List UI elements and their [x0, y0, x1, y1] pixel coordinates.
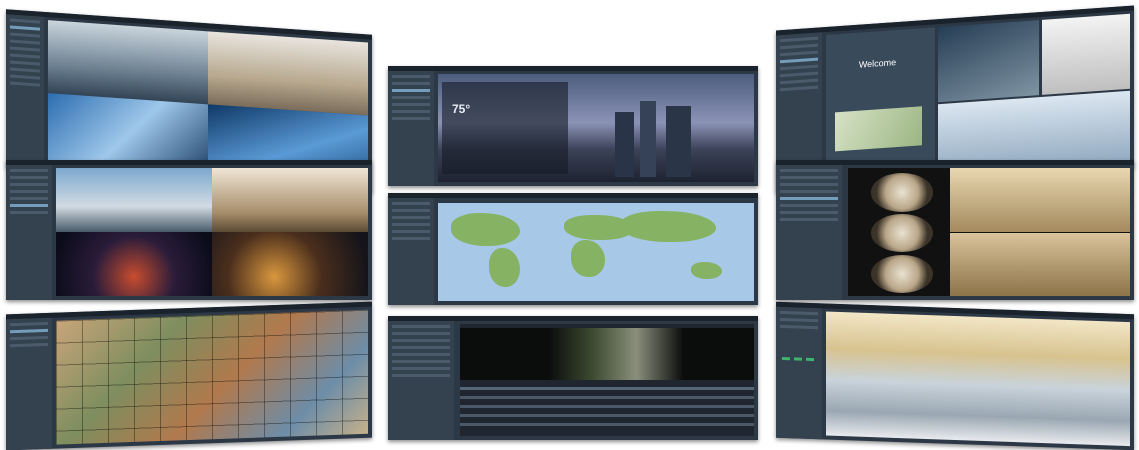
- welcome-text: Welcome: [858, 57, 897, 70]
- panel-bottom-left[interactable]: [6, 301, 372, 450]
- camera-tile-night-tower[interactable]: [56, 232, 212, 296]
- panel-top-middle[interactable]: 75°: [388, 66, 758, 186]
- world-map[interactable]: [438, 203, 754, 301]
- panel-middle-middle[interactable]: [388, 193, 758, 305]
- window-titlebar: [388, 66, 758, 71]
- window-titlebar: [6, 160, 372, 165]
- sidebar: [388, 321, 454, 440]
- fisheye-views: [848, 168, 1130, 296]
- camera-grid: [56, 168, 368, 296]
- fisheye-view-3[interactable]: [870, 255, 933, 294]
- panel-bottom-middle[interactable]: [388, 316, 758, 440]
- camera-tile-office[interactable]: [208, 31, 368, 116]
- panel-bottom-right[interactable]: [776, 301, 1134, 450]
- sidebar: [388, 198, 434, 305]
- camera-tile-interior[interactable]: [212, 168, 368, 232]
- sidebar: [776, 165, 842, 300]
- multi-camera-grid: [56, 309, 368, 445]
- video-wall: 75° Welcome: [0, 0, 1139, 450]
- skyline-view: 75°: [438, 74, 754, 182]
- camera-tile-sign[interactable]: [1041, 13, 1130, 95]
- camera-tile-lobby[interactable]: [48, 20, 208, 105]
- sidebar: [776, 306, 822, 440]
- window-titlebar: [388, 193, 758, 198]
- sidebar: [6, 165, 52, 300]
- sidebar: [6, 317, 52, 450]
- dewarped-view-top[interactable]: [949, 168, 1130, 232]
- sidebar: [6, 14, 44, 170]
- panel-middle-right[interactable]: [776, 160, 1134, 300]
- dewarped-view-bottom[interactable]: [949, 233, 1130, 296]
- camera-tile-skyscrapers[interactable]: [56, 168, 212, 232]
- temperature-readout: 75°: [452, 102, 471, 116]
- camera-tile-street[interactable]: [938, 20, 1039, 103]
- panel-middle-left[interactable]: [6, 160, 372, 300]
- playback-video[interactable]: [460, 328, 754, 380]
- terminal-camera[interactable]: [826, 311, 1130, 447]
- fisheye-view-2[interactable]: [870, 214, 933, 253]
- sidebar: [388, 71, 434, 186]
- camera-tile-city-lights[interactable]: [212, 232, 368, 296]
- fisheye-view-1[interactable]: [870, 173, 933, 212]
- playback-view: [460, 324, 754, 436]
